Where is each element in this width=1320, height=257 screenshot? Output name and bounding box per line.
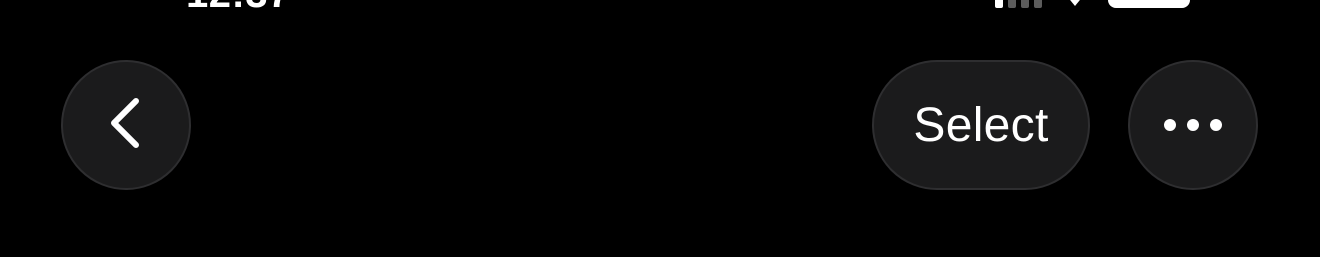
battery-icon — [1108, 0, 1190, 8]
signal-bar — [1008, 0, 1016, 8]
ellipsis-dot — [1187, 119, 1199, 131]
chevron-left-icon — [106, 95, 146, 156]
ellipsis-icon — [1164, 119, 1222, 131]
back-button[interactable] — [61, 60, 191, 190]
select-button[interactable]: Select — [872, 60, 1090, 190]
signal-bar — [1021, 0, 1029, 8]
wifi-icon — [1062, 0, 1088, 8]
screen: 12:37 Select — [0, 0, 1320, 257]
ellipsis-dot — [1210, 119, 1222, 131]
more-button[interactable] — [1128, 60, 1258, 190]
signal-bar — [995, 0, 1003, 8]
status-time: 12:37 — [186, 0, 291, 14]
cellular-signal-icon — [995, 0, 1042, 8]
status-indicators — [995, 0, 1190, 8]
select-button-label: Select — [913, 98, 1049, 152]
signal-bar — [1034, 0, 1042, 8]
ellipsis-dot — [1164, 119, 1176, 131]
